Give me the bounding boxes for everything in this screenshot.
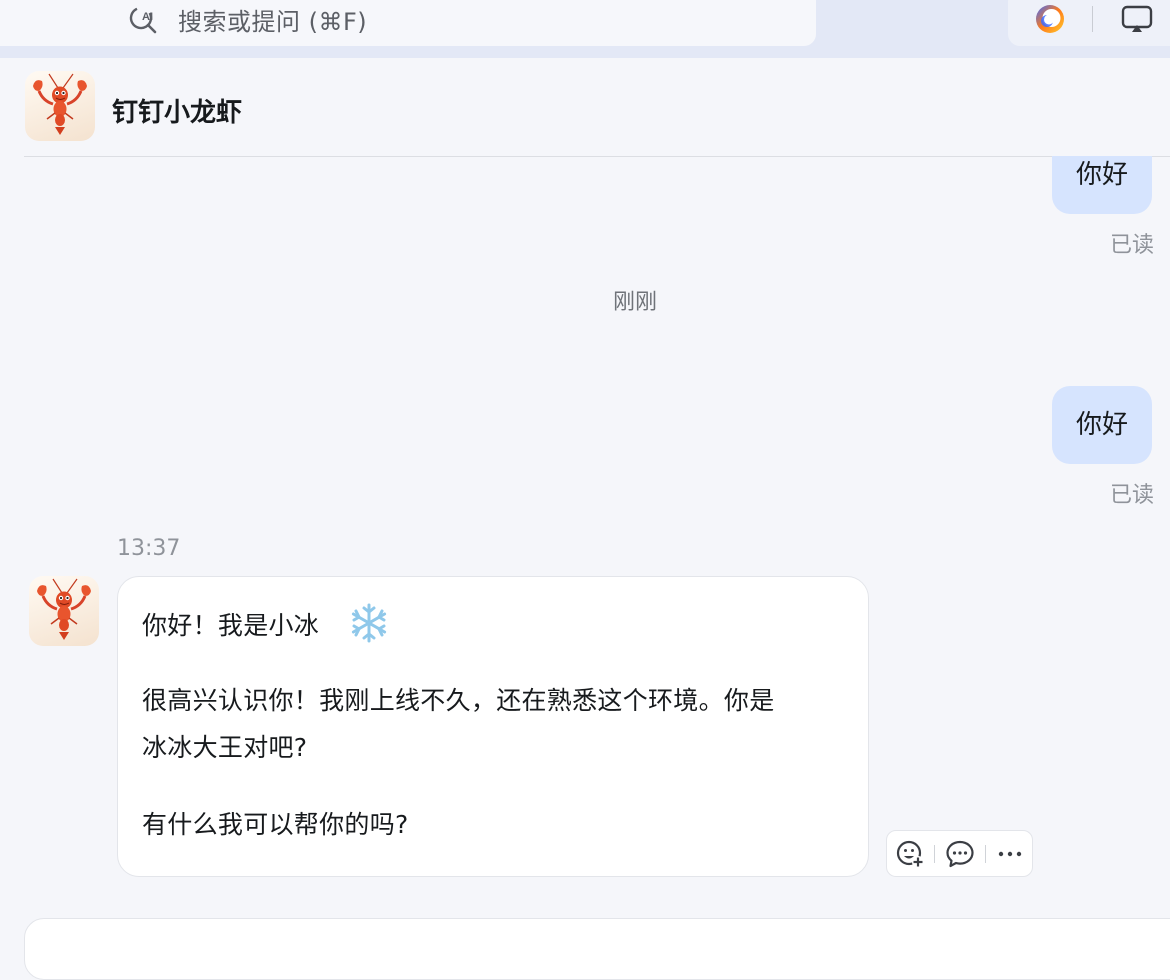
message-timestamp: 13:37: [117, 536, 181, 561]
outgoing-message-bubble[interactable]: 你好: [1052, 386, 1153, 464]
search-input[interactable]: 搜索或提问 (⌘F): [178, 2, 367, 37]
chat-title: 钉钉小龙虾: [112, 98, 243, 128]
action-divider: [985, 845, 986, 863]
toolbar-divider: [1092, 6, 1093, 32]
message-line: 很高兴认识你！我刚上线不久，还在熟悉这个环境。你是: [142, 686, 775, 715]
message-text: 你好: [1076, 410, 1129, 440]
snowflake-emoji-icon: [351, 603, 387, 643]
search-box[interactable]: [0, 0, 816, 46]
ai-assistant-orb-icon[interactable]: [1033, 2, 1067, 36]
more-dots-icon[interactable]: [994, 838, 1026, 870]
message-line: 你好！我是小冰: [142, 611, 320, 640]
add-reaction-icon[interactable]: [895, 838, 927, 870]
header-avatar[interactable]: [25, 71, 95, 141]
svg-text:AI: AI: [142, 11, 153, 23]
sender-avatar[interactable]: [29, 576, 99, 646]
message-line: 有什么我可以帮你的吗?: [142, 810, 409, 839]
comment-icon[interactable]: [944, 838, 976, 870]
screen-share-icon[interactable]: [1121, 4, 1153, 34]
read-status: 已读: [1110, 483, 1155, 508]
message-line: 冰冰大王对吧?: [142, 733, 308, 762]
read-status: 已读: [1110, 233, 1155, 258]
lobster-avatar-icon: [33, 73, 87, 135]
outgoing-message-bubble[interactable]: 你好: [1052, 156, 1153, 214]
message-input-area[interactable]: [24, 918, 1170, 980]
time-separator: 刚刚: [612, 290, 657, 315]
action-divider: [934, 845, 935, 863]
message-text: 你好: [1076, 160, 1129, 190]
lobster-avatar-icon: [37, 578, 91, 640]
ai-search-icon[interactable]: AI: [128, 4, 160, 34]
